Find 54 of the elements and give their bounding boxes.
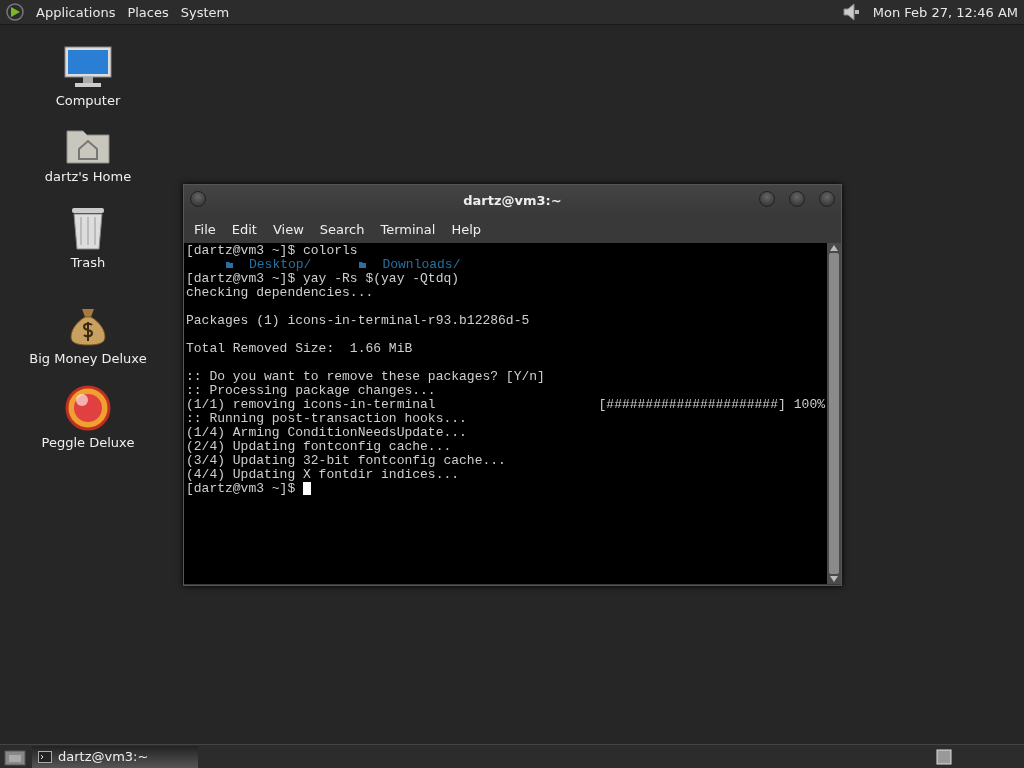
window-title: dartz@vm3:~ (463, 192, 562, 208)
trash-icon (69, 205, 107, 251)
terminal-line: [dartz@vm3 ~]$ yay -Rs $(yay -Qtdq) (186, 272, 460, 286)
scroll-up-icon[interactable] (830, 245, 838, 251)
logo-icon (6, 3, 24, 21)
close-button[interactable] (819, 191, 835, 207)
computer-icon (63, 45, 113, 89)
menu-item[interactable]: Help (443, 221, 490, 237)
terminal-line: (4/4) Updating X fontdir indices... (186, 468, 460, 482)
scrollbar-thumb[interactable] (829, 253, 839, 574)
scrollbar[interactable] (827, 243, 841, 584)
terminal-line: :: Processing package changes... (186, 384, 436, 398)
desktop-icon-label[interactable]: Big Money Deluxe (29, 351, 147, 366)
desktop-icon-label[interactable]: Peggle Deluxe (41, 435, 135, 450)
progress-bar-text: [######################] (598, 398, 786, 412)
taskbar-button[interactable]: dartz@vm3:~ (32, 745, 198, 768)
terminal-line: Total Removed Size: 1.66 MiB (186, 342, 413, 356)
maximize-button[interactable] (789, 191, 805, 207)
panel-menu[interactable]: Applications (36, 4, 116, 20)
scroll-down-icon[interactable] (830, 576, 838, 582)
terminal-prompt: [dartz@vm3 ~]$ (186, 482, 296, 496)
text-cursor (303, 482, 312, 495)
terminal-line: Packages (1) icons-in-terminal-r93.b12286d-5 (186, 314, 530, 328)
folder-icon (226, 262, 233, 268)
folder-icon (359, 262, 367, 268)
terminal-line: (1/1) removing icons-in-terminal (186, 398, 436, 412)
minimize-button[interactable] (759, 191, 775, 207)
terminal-icon (38, 750, 52, 763)
progress-percent: 100% (793, 398, 825, 412)
desktop-icon-label[interactable]: Computer (55, 93, 121, 108)
terminal-line: checking dependencies... (186, 286, 374, 300)
clock[interactable]: Mon Feb 27, 12:46 AM (872, 4, 1018, 20)
terminal-line: [dartz@vm3 ~]$ colorls (186, 244, 358, 258)
desktop-icon-label[interactable]: Trash (70, 255, 106, 270)
ball-icon (65, 385, 111, 431)
panel-menu[interactable]: System (180, 4, 230, 20)
panel-menu[interactable]: Places (127, 4, 169, 20)
window-menu-button[interactable] (190, 191, 206, 207)
terminal-line: (3/4) Updating 32-bit fontconfig cache... (186, 454, 506, 468)
menu-item[interactable]: File (186, 221, 224, 237)
terminal-line: (1/4) Arming ConditionNeedsUpdate... (186, 426, 467, 440)
menu-item[interactable]: View (264, 221, 312, 237)
menu-item[interactable]: Edit (223, 221, 265, 237)
show-desktop-icon[interactable] (4, 747, 26, 766)
terminal-line: :: Do you want to remove these packages? [Y/n] (186, 370, 545, 384)
directory-name: Desktop/ (249, 258, 312, 272)
terminal-line: :: Running post-transaction hooks... (186, 412, 467, 426)
desktop-icon-label[interactable]: dartz's Home (44, 169, 132, 184)
directory-name: Downloads/ (382, 258, 461, 272)
terminal-line: (2/4) Updating fontconfig cache... (186, 440, 452, 454)
menu-item[interactable]: Terminal (372, 221, 444, 237)
speaker-icon[interactable] (840, 2, 861, 22)
menu-item[interactable]: Search (311, 221, 373, 237)
workspace-icon[interactable] (936, 748, 952, 765)
